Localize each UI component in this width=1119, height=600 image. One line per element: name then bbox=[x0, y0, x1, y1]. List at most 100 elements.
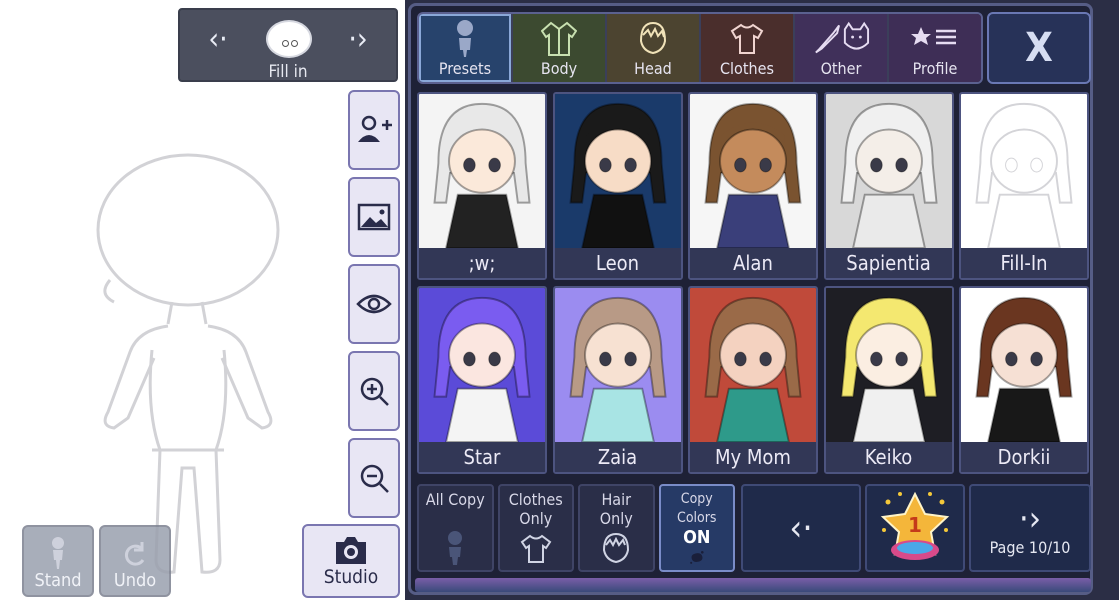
chevron-left-icon: ‹· bbox=[789, 507, 813, 549]
undo-button[interactable]: Undo bbox=[99, 525, 171, 597]
preset-card[interactable]: My Mom bbox=[688, 286, 818, 474]
all-copy-button[interactable]: All Copy bbox=[417, 484, 494, 572]
preset-card[interactable]: Fill-In bbox=[959, 92, 1089, 280]
undo-icon bbox=[125, 542, 145, 566]
character-portrait-icon bbox=[568, 296, 667, 443]
preset-name: Leon bbox=[554, 248, 681, 278]
tab-presets[interactable]: Presets bbox=[419, 14, 513, 82]
add-character-button[interactable] bbox=[348, 90, 400, 170]
hair-only-button[interactable]: Hair Only bbox=[578, 484, 655, 572]
preset-name: Zaia bbox=[554, 442, 681, 472]
clothes-only-label-1: Clothes bbox=[508, 490, 563, 509]
preset-card[interactable]: Zaia bbox=[552, 286, 683, 474]
zoom-in-button[interactable] bbox=[348, 351, 400, 431]
next-character-button[interactable]: ·› bbox=[338, 22, 378, 58]
close-button[interactable]: X bbox=[987, 12, 1091, 84]
tab-other[interactable]: Other bbox=[795, 14, 889, 82]
preset-card[interactable]: Dorkii bbox=[959, 286, 1089, 474]
copy-options: All Copy Clothes Only Hair Only Copy Col… bbox=[417, 484, 735, 572]
character-portrait-icon bbox=[975, 102, 1073, 249]
tab-body[interactable]: Body bbox=[513, 14, 607, 82]
preset-thumbnail bbox=[961, 94, 1087, 249]
copy-colors-toggle[interactable]: Copy Colors ON bbox=[658, 484, 735, 572]
previous-page-button[interactable]: ‹· bbox=[741, 484, 861, 572]
copy-colors-state: ON bbox=[683, 527, 711, 548]
clothes-only-label-2: Only bbox=[519, 509, 553, 528]
preset-thumbnail bbox=[690, 94, 816, 249]
preset-name: Fill-In bbox=[961, 248, 1087, 278]
studio-button[interactable]: Studio bbox=[302, 524, 400, 598]
favorite-presets-button[interactable]: 1 bbox=[865, 484, 965, 572]
stand-button[interactable]: Stand bbox=[22, 525, 94, 597]
character-portrait-icon bbox=[704, 296, 802, 443]
preset-thumbnail bbox=[690, 288, 816, 443]
shirt-icon bbox=[520, 534, 552, 563]
hair-icon bbox=[639, 21, 667, 55]
background-button[interactable] bbox=[348, 177, 400, 257]
jacket-icon bbox=[541, 21, 577, 56]
preset-thumbnail bbox=[825, 288, 952, 443]
chevron-right-icon: ·› bbox=[1019, 498, 1041, 539]
preset-grid: ;w; Leon Alan Sapientia Fill-In Star Zaia My Mo… bbox=[417, 92, 1089, 478]
preset-name: Alan bbox=[690, 248, 816, 278]
preset-card[interactable]: Sapientia bbox=[823, 92, 954, 280]
blank-character-outline[interactable] bbox=[80, 150, 280, 590]
paint-splat-icon bbox=[689, 550, 704, 564]
character-name: Fill in bbox=[268, 62, 308, 82]
star-badge-icon: 1 bbox=[880, 491, 950, 560]
preset-name: Dorkii bbox=[961, 442, 1087, 472]
all-copy-label: All Copy bbox=[425, 490, 485, 509]
studio-label: Studio bbox=[323, 566, 379, 588]
previous-character-button[interactable]: ‹· bbox=[198, 22, 238, 58]
category-tabs: Presets Body Head Clothes Other Profile bbox=[417, 12, 983, 84]
character-stage[interactable]: ‹· ·› Fill in Stand Undo Studio bbox=[0, 0, 405, 600]
star-badge-number: 1 bbox=[908, 513, 922, 537]
clothes-only-button[interactable]: Clothes Only bbox=[497, 484, 574, 572]
undo-label: Undo bbox=[113, 570, 157, 591]
preset-panel-frame: Presets Body Head Clothes Other Profile … bbox=[408, 3, 1093, 595]
preset-panel: Presets Body Head Clothes Other Profile … bbox=[405, 0, 1119, 600]
preset-thumbnail bbox=[961, 288, 1087, 443]
character-portrait-icon bbox=[433, 296, 531, 443]
zoom-out-button[interactable] bbox=[348, 438, 400, 518]
toggle-visibility-button[interactable] bbox=[348, 264, 400, 344]
tab-body-label: Body bbox=[540, 59, 578, 78]
character-portrait-icon bbox=[433, 102, 531, 249]
preset-name: My Mom bbox=[690, 442, 816, 472]
tab-profile[interactable]: Profile bbox=[889, 14, 981, 82]
tab-clothes-label: Clothes bbox=[720, 59, 774, 78]
preset-card[interactable]: Keiko bbox=[823, 286, 954, 474]
preset-name: Keiko bbox=[825, 442, 952, 472]
hair-icon bbox=[603, 532, 630, 564]
tab-head-label: Head bbox=[634, 59, 672, 78]
preset-name: ;w; bbox=[419, 248, 545, 278]
hair-only-label-2: Only bbox=[599, 509, 633, 528]
stand-pose-icon bbox=[52, 537, 64, 569]
preset-name: Star bbox=[419, 442, 545, 472]
character-selector: ‹· ·› Fill in bbox=[178, 8, 398, 82]
character-portrait-icon bbox=[704, 102, 802, 249]
preset-thumbnail bbox=[825, 94, 952, 249]
preset-card[interactable]: Alan bbox=[688, 92, 818, 280]
preset-thumbnail bbox=[419, 94, 545, 249]
character-portrait-icon bbox=[975, 296, 1073, 443]
person-icon bbox=[448, 531, 463, 565]
next-page-button[interactable]: ·› Page 10/10 bbox=[969, 484, 1091, 572]
camera-icon bbox=[336, 537, 366, 564]
preset-card[interactable]: Star bbox=[417, 286, 547, 474]
preset-card[interactable]: ;w; bbox=[417, 92, 547, 280]
preset-name: Sapientia bbox=[825, 248, 952, 278]
stand-label: Stand bbox=[34, 570, 82, 591]
character-portrait-icon bbox=[839, 296, 938, 443]
tab-clothes[interactable]: Clothes bbox=[701, 14, 795, 82]
copy-colors-label: Copy Colors bbox=[677, 491, 717, 526]
panel-scrollbar[interactable] bbox=[415, 578, 1091, 592]
preset-thumbnail bbox=[419, 288, 545, 443]
person-icon bbox=[457, 20, 473, 57]
tab-head[interactable]: Head bbox=[607, 14, 701, 82]
tab-profile-label: Profile bbox=[912, 59, 958, 78]
preset-thumbnail bbox=[554, 94, 681, 249]
preset-card[interactable]: Leon bbox=[552, 92, 683, 280]
eye-icon bbox=[356, 294, 392, 314]
character-head-icon[interactable] bbox=[266, 20, 312, 58]
